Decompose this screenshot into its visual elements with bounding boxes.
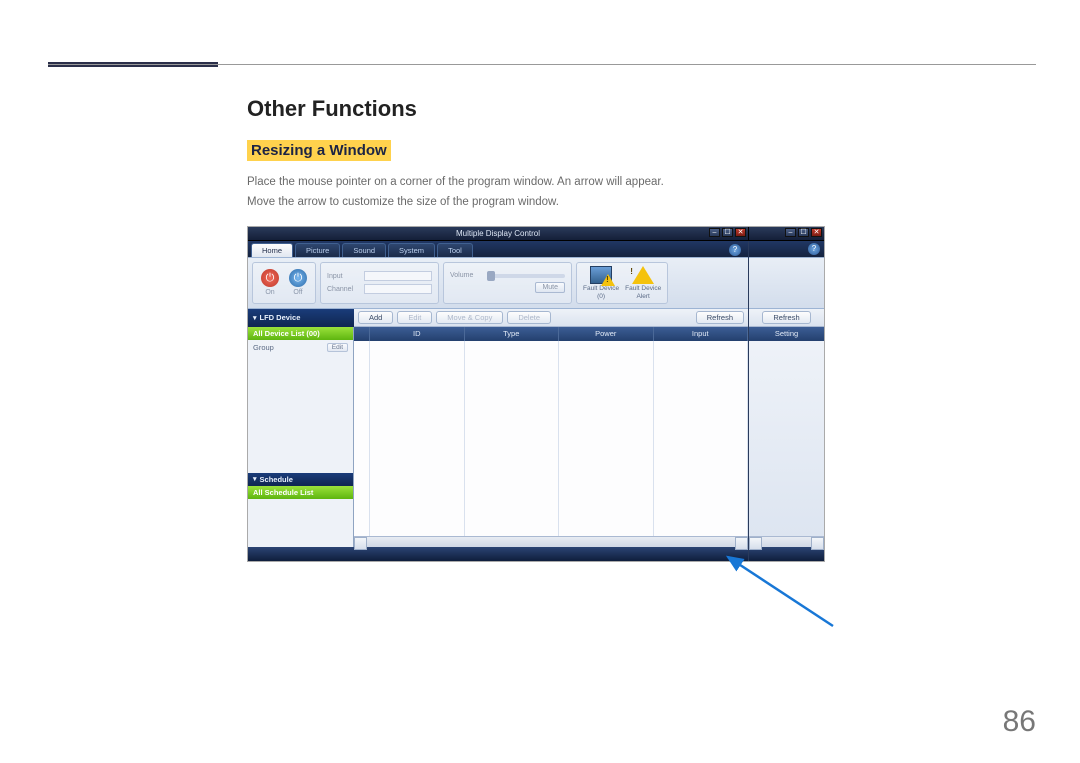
sidebar: All Device List (00) Group Edit Schedule… <box>248 327 354 547</box>
window-minimize-button[interactable]: – <box>709 228 720 237</box>
right-refresh-button[interactable]: Refresh <box>762 311 810 324</box>
page-number: 86 <box>1003 705 1036 739</box>
group-edit-button[interactable]: Edit <box>327 343 348 352</box>
power-off-icon: ⏻ <box>289 269 307 287</box>
power-on-icon: ⏻ <box>261 269 279 287</box>
refresh-button[interactable]: Refresh <box>696 311 744 324</box>
tab-sound[interactable]: Sound <box>342 243 386 257</box>
move-copy-button[interactable]: Move & Copy <box>436 311 503 324</box>
window-maximize-button[interactable]: ☐ <box>722 228 733 237</box>
secondary-titlebar: – ☐ ✕ <box>748 227 824 241</box>
group-label: Group <box>253 343 274 352</box>
tab-bar: Home Picture Sound System Tool ? <box>248 241 748 257</box>
window-close-button[interactable]: ✕ <box>735 228 746 237</box>
body-paragraph-1: Place the mouse pointer on a corner of t… <box>247 173 1020 191</box>
tab-picture[interactable]: Picture <box>295 243 340 257</box>
warning-icon <box>632 266 654 284</box>
add-button[interactable]: Add <box>358 311 393 324</box>
tab-home[interactable]: Home <box>251 243 293 257</box>
tab-tool[interactable]: Tool <box>437 243 473 257</box>
right-panel: ? Refresh Setting <box>748 241 824 561</box>
fault-device-count[interactable]: Fault Device (0) <box>583 266 619 300</box>
channel-select[interactable] <box>364 284 432 294</box>
ribbon-input-group: Input Channel <box>320 262 439 304</box>
delete-button[interactable]: Delete <box>507 311 551 324</box>
app-screenshot: Multiple Display Control – ☐ ✕ – ☐ ✕ <box>247 226 825 562</box>
sidebar-all-schedule-list[interactable]: All Schedule List <box>248 486 353 499</box>
device-grid: ID Type Power Input <box>354 327 748 547</box>
ribbon-volume-group: Volume Mute <box>443 262 572 304</box>
mute-button[interactable]: Mute <box>535 282 565 293</box>
ribbon: ⏻ On ⏻ Off Input Channel <box>248 257 748 309</box>
grid-col-type[interactable]: Type <box>465 327 560 341</box>
grid-col-input[interactable]: Input <box>654 327 749 341</box>
sidebar-lfd-header[interactable]: LFD Device <box>248 309 354 327</box>
panel-close-button[interactable]: ✕ <box>811 228 822 237</box>
section-heading: Other Functions <box>247 96 1020 122</box>
power-off-button[interactable]: ⏻ Off <box>287 267 309 299</box>
tab-system[interactable]: System <box>388 243 435 257</box>
subsection-heading: Resizing a Window <box>247 140 391 161</box>
grid-body <box>354 341 748 536</box>
channel-label: Channel <box>327 286 361 293</box>
grid-header: ID Type Power Input <box>354 327 748 341</box>
input-label: Input <box>327 273 361 280</box>
right-column-setting[interactable]: Setting <box>749 327 824 341</box>
app-titlebar: Multiple Display Control – ☐ ✕ <box>248 227 748 241</box>
panel-maximize-button[interactable]: ☐ <box>798 228 809 237</box>
ribbon-power-group: ⏻ On ⏻ Off <box>252 262 316 304</box>
grid-col-id[interactable]: ID <box>370 327 465 341</box>
status-bar <box>248 547 748 561</box>
header-rule <box>48 64 1036 65</box>
grid-col-checkbox[interactable] <box>354 327 370 341</box>
volume-label: Volume <box>450 272 484 279</box>
resize-arrow-annotation <box>718 551 838 631</box>
grid-col-power[interactable]: Power <box>559 327 654 341</box>
fault-device-alert[interactable]: Fault Device Alert <box>625 266 661 300</box>
body-paragraph-2: Move the arrow to customize the size of … <box>247 193 1020 211</box>
help-icon[interactable]: ? <box>729 244 741 256</box>
input-select[interactable] <box>364 271 432 281</box>
edit-button[interactable]: Edit <box>397 311 432 324</box>
monitor-warning-icon <box>590 266 612 284</box>
right-help-icon[interactable]: ? <box>808 243 820 255</box>
power-on-button[interactable]: ⏻ On <box>259 267 281 299</box>
right-horizontal-scrollbar[interactable] <box>749 536 824 547</box>
sidebar-schedule-header[interactable]: Schedule <box>248 473 353 486</box>
ribbon-fault-group: Fault Device (0) Fault Device Alert <box>576 262 668 304</box>
sidebar-group-row: Group Edit <box>248 340 353 355</box>
volume-slider[interactable] <box>487 274 565 278</box>
app-title: Multiple Display Control <box>456 229 540 238</box>
sidebar-all-device-list[interactable]: All Device List (00) <box>248 327 353 340</box>
horizontal-scrollbar[interactable] <box>354 536 748 547</box>
panel-minimize-button[interactable]: – <box>785 228 796 237</box>
toolbar: Add Edit Move & Copy Delete Refresh <box>354 309 748 327</box>
